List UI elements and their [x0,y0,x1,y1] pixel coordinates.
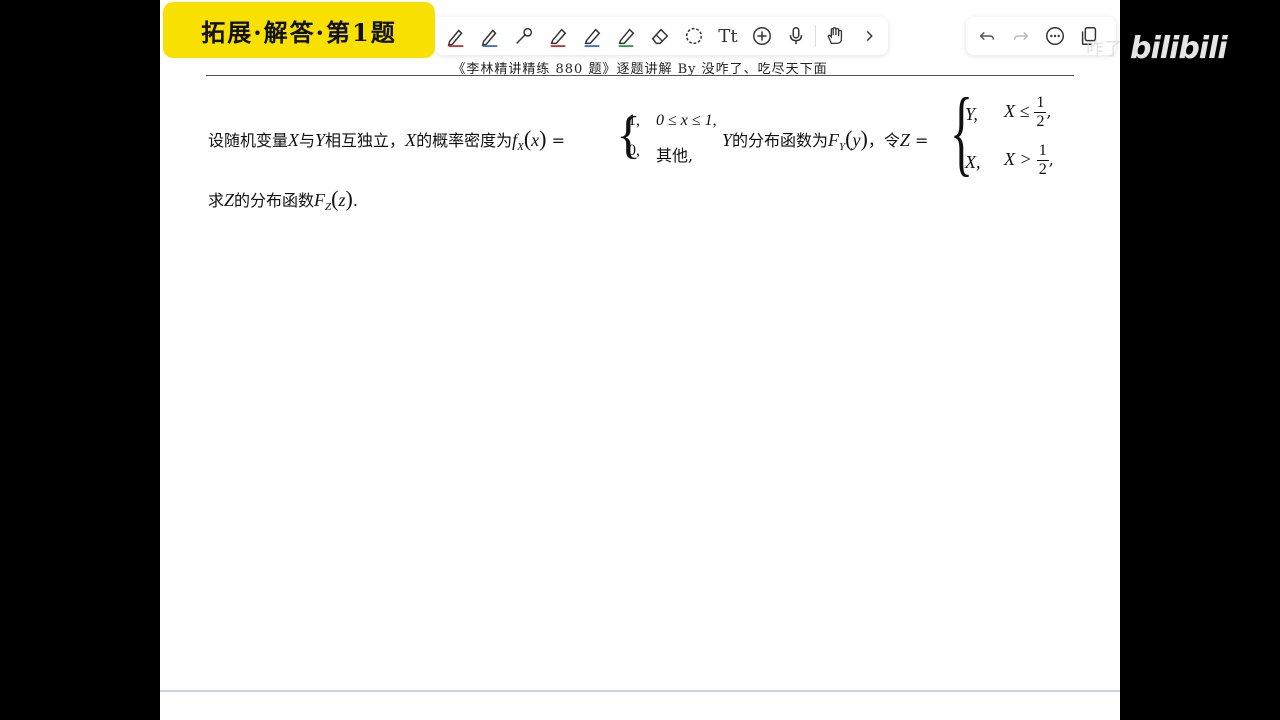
problem-line-2: 求Z的分布函数FZ(z). [208,186,358,213]
var-y-2: Y [722,130,733,150]
lasso-tool[interactable] [677,19,711,53]
comma-2: , [1048,150,1054,169]
mic-icon [789,27,803,45]
z-case2-condition: X > [1004,149,1032,169]
add-icon [753,27,771,45]
fraction-half-2: 12 [1036,142,1049,178]
redo-button[interactable] [1004,19,1038,53]
bilibili-watermark: 咋了 bilibili [1086,28,1228,68]
func-F: F [828,130,840,150]
var-y: Y [315,130,326,150]
period: . [352,191,358,210]
pen-red-icon [447,29,464,47]
arg-z: z [338,190,346,210]
text-ask-dist: 的分布函数 [234,191,315,210]
more-horizontal-icon [1046,27,1064,45]
z-case1-condition: X ≤ [1004,101,1030,121]
pen-blue-icon [481,29,498,47]
highlighter-blue-tool[interactable] [575,19,609,53]
bilibili-logo: bilibili [1130,30,1228,66]
text-tool[interactable]: Tt [711,19,745,53]
hand-tool[interactable] [818,19,852,53]
pen-tool-icon [516,27,533,44]
mic-tool[interactable] [779,19,813,53]
problem-line-1: 设随机变量X与Y相互独立，X的概率密度为fX(x) = { 1, 0 ≤ x ≤… [208,78,1054,185]
z-case1-value: Y, [965,104,978,124]
toolbar-separator [815,25,816,47]
text-and: 与 [299,131,316,150]
hand-icon [827,27,843,44]
pen-red-tool[interactable] [439,19,473,53]
redo-icon [1013,31,1029,41]
case1-value: 1, [628,112,640,129]
text-dist: 的分布函数为 [732,131,829,150]
undo-button[interactable] [970,19,1004,53]
var-z: Z [899,130,910,150]
undo-icon [979,31,995,41]
more-tools-button[interactable] [852,19,886,53]
var-x: X [288,130,300,150]
equals-sign: = [551,131,565,150]
var-x-2: X [405,130,417,150]
comma-1: , [1046,102,1052,121]
highlighter-green-icon [618,28,635,47]
watermark-text: 咋了 [1086,39,1122,60]
text-density: 的概率密度为 [416,131,513,150]
page-bottom-border [160,690,1120,692]
sub-x: X [517,141,524,153]
text-let: ，令 [867,131,900,150]
eraser-tool[interactable] [643,19,677,53]
text-independent: 相互独立， [325,131,406,150]
header-divider [206,75,1074,76]
chevron-right-icon [866,30,873,42]
text-ask: 求 [208,191,225,210]
arg-x: x [531,130,540,150]
more-options-button[interactable] [1038,19,1072,53]
text-icon: Tt [718,25,738,47]
drawing-toolbar: Tt [435,17,888,55]
text-intro: 设随机变量 [208,131,289,150]
fraction-half-1: 12 [1034,94,1047,130]
equals-sign-2: = [914,131,929,150]
lasso-icon [685,27,703,45]
func-F-2: F [314,190,326,210]
highlighter-green-tool[interactable] [609,19,643,53]
z-case2-value: X, [965,152,981,172]
eraser-icon [651,28,669,45]
case2-condition: 其他, [656,146,694,165]
pen-tool[interactable] [507,19,541,53]
case2-value: 0, [628,142,640,159]
highlighter-red-icon [550,28,567,47]
add-tool[interactable] [745,19,779,53]
highlighter-red-tool[interactable] [541,19,575,53]
title-badge: 拓展·解答·第1题 [163,2,435,58]
whiteboard-page[interactable]: 《李林精讲精练 880 题》逐题讲解 By 没咋了、吃尽天下面 设随机变量X与Y… [160,0,1120,720]
case1-condition: 0 ≤ x ≤ 1, [656,112,717,129]
pen-blue-tool[interactable] [473,19,507,53]
var-z-2: Z [224,190,235,210]
highlighter-blue-icon [584,28,601,47]
